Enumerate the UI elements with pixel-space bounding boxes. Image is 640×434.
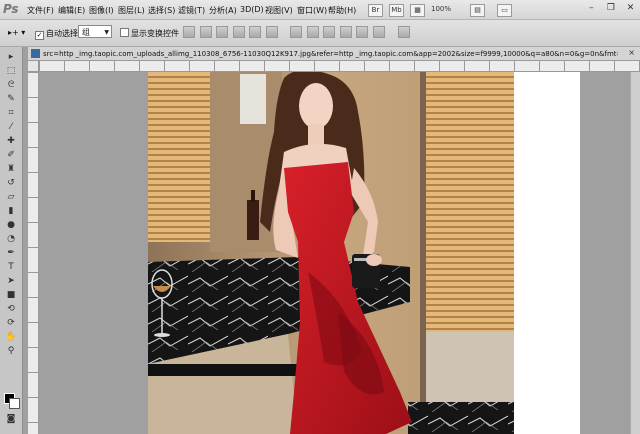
distribute-left-icon[interactable] (339, 26, 352, 38)
document-icon (31, 49, 40, 58)
shape-tool-icon[interactable]: ■ (3, 289, 19, 301)
auto-select-dropdown[interactable]: 组 ▼ (78, 25, 112, 38)
lasso-tool-icon[interactable]: ᘓ (3, 79, 19, 91)
minimize-icon[interactable]: – (586, 3, 597, 14)
show-transform-check[interactable] (120, 28, 129, 37)
document-title: src=http _img.taopic.com_uploads_allimg_… (43, 50, 618, 58)
history-brush-tool-icon[interactable]: ↺ (3, 177, 19, 189)
mini-bridge-button[interactable]: Mb (389, 4, 404, 17)
menu-window[interactable]: 窗口(W) (297, 5, 327, 16)
menu-file[interactable]: 文件(F) (27, 5, 54, 16)
menu-filter[interactable]: 滤镜(T) (178, 5, 205, 16)
photo-layer[interactable] (148, 72, 514, 434)
view-extras-icon[interactable]: ▦ (410, 4, 425, 17)
distribute-hcenter-icon[interactable] (356, 26, 369, 38)
close-icon[interactable]: × (628, 48, 635, 57)
marquee-tool-icon[interactable]: ⬚ (3, 65, 19, 77)
auto-select-check[interactable]: ✓ (35, 31, 44, 40)
document-tab[interactable]: src=http _img.taopic.com_uploads_allimg_… (28, 47, 640, 61)
align-left-icon[interactable] (232, 26, 245, 38)
tools-panel: ▸ ⬚ ᘓ ✎ ⌗ ⁄ ✚ ✐ ♜ ↺ ▱ ▮ ● ◔ ✒ T ➤ ■ ⟲ ⟳ … (0, 47, 23, 434)
blur-tool-icon[interactable]: ● (3, 219, 19, 231)
distribute-bottom-icon[interactable] (323, 26, 336, 38)
pen-tool-icon[interactable]: ✒ (3, 247, 19, 259)
menu-image[interactable]: 图像(I) (89, 5, 114, 16)
menu-analysis[interactable]: 分析(A) (209, 5, 237, 16)
quick-select-tool-icon[interactable]: ✎ (3, 93, 19, 105)
3d-rotate-tool-icon[interactable]: ⟲ (3, 303, 19, 315)
menu-select[interactable]: 选择(S) (148, 5, 175, 16)
options-bar: ▸+ ▾ ✓ 自动选择: 组 ▼ 显示变换控件 (0, 20, 640, 47)
menu-bar: Ps 文件(F) 编辑(E) 图像(I) 图层(L) 选择(S) 滤镜(T) 分… (0, 0, 640, 20)
vertical-scrollbar[interactable] (630, 72, 640, 434)
menu-view[interactable]: 视图(V) (265, 5, 293, 16)
eyedropper-tool-icon[interactable]: ⁄ (3, 121, 19, 133)
screen-mode-icon[interactable]: ▭ (497, 4, 512, 17)
dodge-tool-icon[interactable]: ◔ (3, 233, 19, 245)
auto-select-label: 自动选择: (46, 29, 81, 38)
horizontal-ruler[interactable] (39, 61, 640, 72)
show-transform-checkbox[interactable]: 显示变换控件 (120, 28, 179, 39)
menu-help[interactable]: 帮助(H) (328, 5, 356, 16)
move-tool-icon[interactable]: ▸ (3, 51, 19, 63)
align-bottom-icon[interactable] (216, 26, 229, 38)
align-top-icon[interactable] (183, 26, 195, 38)
clone-stamp-tool-icon[interactable]: ♜ (3, 163, 19, 175)
healing-tool-icon[interactable]: ✚ (3, 135, 19, 147)
menu-3d[interactable]: 3D(D) (240, 5, 264, 14)
canvas-white-area[interactable] (514, 72, 580, 434)
eraser-tool-icon[interactable]: ▱ (3, 191, 19, 203)
photo-image (148, 72, 514, 434)
restore-icon[interactable]: ❐ (605, 3, 616, 14)
bridge-button[interactable]: Br (368, 4, 383, 17)
path-select-tool-icon[interactable]: ➤ (3, 275, 19, 287)
crop-tool-icon[interactable]: ⌗ (3, 107, 19, 119)
zoom-tool-icon[interactable]: ⚲ (3, 345, 19, 357)
menu-edit[interactable]: 编辑(E) (58, 5, 85, 16)
arrange-documents-icon[interactable]: ▤ (470, 4, 485, 17)
type-tool-icon[interactable]: T (3, 261, 19, 273)
distribute-top-icon[interactable] (290, 26, 303, 38)
auto-select-value: 组 (82, 28, 90, 37)
align-distribute-group (183, 26, 412, 38)
distribute-right-icon[interactable] (373, 26, 386, 38)
align-vcenter-icon[interactable] (199, 26, 212, 38)
distribute-vcenter-icon[interactable] (306, 26, 319, 38)
menu-layer[interactable]: 图层(L) (118, 5, 145, 16)
align-right-icon[interactable] (265, 26, 278, 38)
gradient-tool-icon[interactable]: ▮ (3, 205, 19, 217)
quick-mask-icon[interactable]: ◙ (3, 413, 19, 425)
background-color-swatch[interactable] (9, 398, 20, 409)
ruler-corner[interactable] (28, 61, 39, 72)
auto-align-icon[interactable] (397, 26, 410, 38)
auto-select-checkbox[interactable]: ✓ 自动选择: (35, 28, 81, 40)
show-transform-label: 显示变换控件 (131, 29, 179, 38)
brush-tool-icon[interactable]: ✐ (3, 149, 19, 161)
vertical-ruler[interactable] (28, 72, 39, 434)
zoom-level[interactable]: 100% (430, 4, 452, 15)
close-icon[interactable]: ✕ (625, 3, 636, 14)
align-hcenter-icon[interactable] (249, 26, 262, 38)
3d-orbit-tool-icon[interactable]: ⟳ (3, 317, 19, 329)
photoshop-logo: Ps (3, 2, 19, 16)
move-tool-preset-icon[interactable]: ▸+ ▾ (8, 28, 25, 37)
chevron-down-icon: ▼ (104, 29, 109, 36)
hand-tool-icon[interactable]: ✋ (3, 331, 19, 343)
